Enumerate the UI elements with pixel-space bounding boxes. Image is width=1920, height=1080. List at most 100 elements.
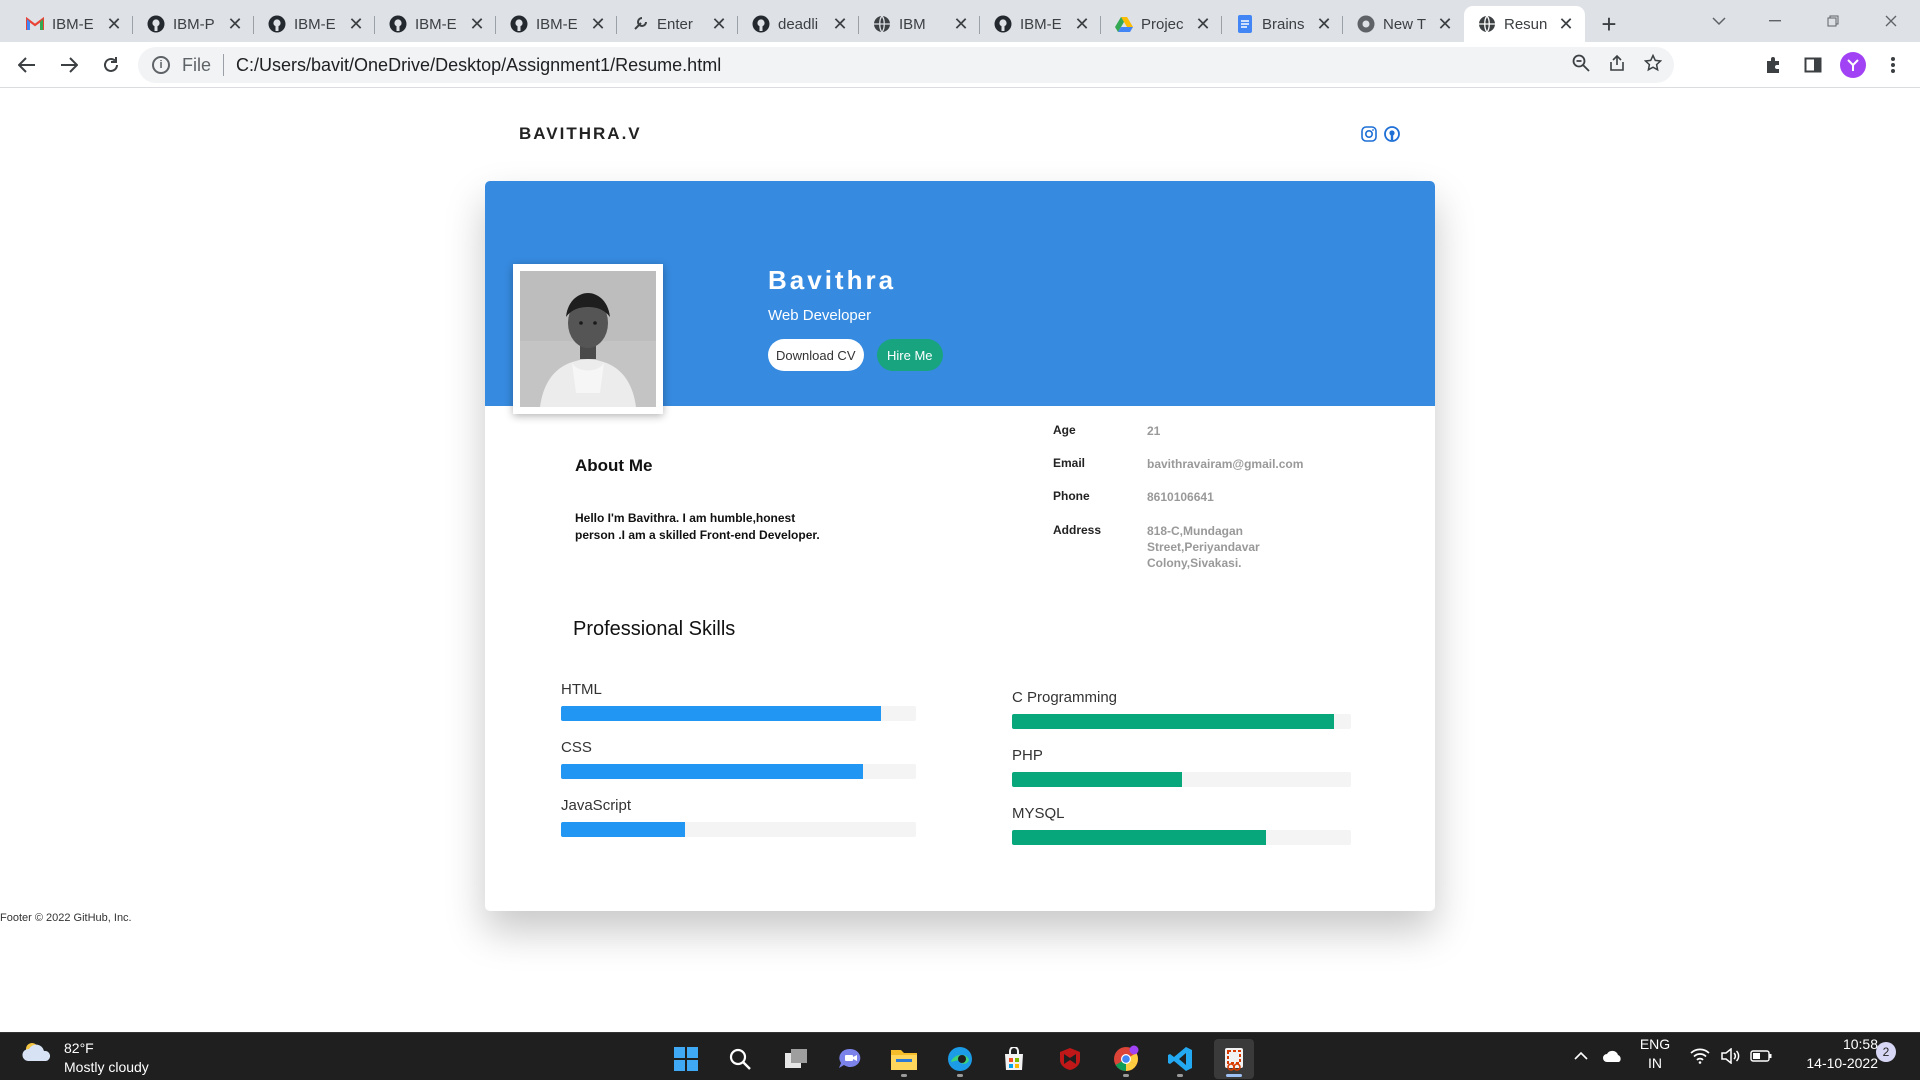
close-tab-icon[interactable]: ✕ [710, 14, 728, 35]
reload-icon[interactable] [91, 45, 131, 85]
onedrive-cloud-icon[interactable] [1600, 1032, 1626, 1080]
skill-progress-track [1012, 830, 1351, 845]
tab-ibm-e-3[interactable]: IBM-E ✕ [375, 6, 496, 42]
skill-progress-fill [1012, 772, 1182, 787]
battery-icon[interactable] [1748, 1032, 1774, 1080]
close-tab-icon[interactable]: ✕ [105, 14, 123, 35]
task-view-icon[interactable] [776, 1039, 816, 1079]
tab-label: Resun [1504, 15, 1548, 33]
bookmark-star-icon[interactable] [1643, 53, 1663, 77]
github-icon [510, 15, 528, 33]
tab-ibm[interactable]: IBM ✕ [859, 6, 980, 42]
zoom-icon[interactable] [1572, 54, 1590, 77]
skill-progress-fill [1012, 714, 1335, 729]
close-window-icon[interactable] [1862, 0, 1920, 42]
google-drive-icon [1115, 15, 1133, 33]
microsoft-store-icon[interactable] [994, 1039, 1034, 1079]
instagram-icon[interactable] [1360, 125, 1378, 143]
back-arrow-icon[interactable] [7, 45, 47, 85]
close-tab-icon[interactable]: ✕ [468, 14, 486, 35]
windows-start-icon[interactable] [666, 1039, 706, 1079]
tab-ibm-e-5[interactable]: IBM-E ✕ [980, 6, 1101, 42]
share-icon[interactable] [1608, 54, 1626, 77]
close-tab-icon[interactable]: ✕ [347, 14, 365, 35]
weather-widget[interactable]: 82°F Mostly cloudy [20, 1039, 149, 1075]
brand-name[interactable]: BAVITHRA.V [519, 124, 642, 144]
tab-brains[interactable]: Brains ✕ [1222, 6, 1343, 42]
hire-me-button[interactable]: Hire Me [877, 339, 943, 371]
url-text[interactable]: C:/Users/bavit/OneDrive/Desktop/Assignme… [236, 55, 721, 76]
tab-resume[interactable]: Resun ✕ [1464, 6, 1585, 42]
tab-enter[interactable]: Enter ✕ [617, 6, 738, 42]
restore-icon[interactable] [1804, 0, 1862, 42]
tab-new-tab[interactable]: New T ✕ [1343, 6, 1464, 42]
tab-deadline[interactable]: deadli ✕ [738, 6, 859, 42]
close-tab-icon[interactable]: ✕ [1315, 14, 1333, 35]
address-bar[interactable]: i File C:/Users/bavit/OneDrive/Desktop/A… [138, 47, 1674, 83]
side-panel-icon[interactable] [1796, 48, 1830, 82]
tab-ibm-e-4[interactable]: IBM-E ✕ [496, 6, 617, 42]
close-tab-icon[interactable]: ✕ [952, 14, 970, 35]
url-scheme: File [182, 54, 212, 75]
google-docs-icon [1236, 15, 1254, 33]
download-cv-button[interactable]: Download CV [768, 339, 864, 371]
tab-ibm-e-gmail[interactable]: IBM-E ✕ [12, 6, 133, 42]
vscode-icon[interactable] [1160, 1039, 1200, 1079]
info-value: 818-C,Mundagan Street,Periyandavar Colon… [1147, 524, 1260, 570]
profile-photo [513, 264, 663, 414]
close-tab-icon[interactable]: ✕ [589, 14, 607, 35]
skill-label: JavaScript [561, 797, 632, 814]
minimize-icon[interactable] [1746, 0, 1804, 42]
info-value: 8610106641 [1147, 490, 1214, 504]
github-icon [752, 15, 770, 33]
chrome-icon[interactable] [1106, 1039, 1146, 1079]
close-tab-icon[interactable]: ✕ [226, 14, 244, 35]
menu-kebab-icon[interactable] [1876, 48, 1910, 82]
wifi-icon[interactable] [1688, 1032, 1712, 1080]
running-indicator [1226, 1074, 1242, 1077]
tab-label: IBM-E [52, 15, 94, 33]
skill-css: CSS [561, 739, 916, 779]
tab-ibm-p[interactable]: IBM-P ✕ [133, 6, 254, 42]
teams-chat-icon[interactable] [830, 1039, 870, 1079]
mcafee-icon[interactable] [1050, 1039, 1090, 1079]
close-tab-icon[interactable]: ✕ [831, 14, 849, 35]
file-explorer-icon[interactable] [884, 1039, 924, 1079]
close-tab-icon[interactable]: ✕ [1436, 14, 1454, 35]
close-tab-icon[interactable]: ✕ [1194, 14, 1212, 35]
skill-label: MYSQL [1012, 805, 1065, 822]
skill-progress-track [1012, 772, 1351, 787]
skill-html: HTML [561, 681, 916, 721]
search-icon[interactable] [720, 1039, 760, 1079]
github-icon [147, 15, 165, 33]
language-indicator[interactable]: ENG IN [1637, 1035, 1673, 1073]
profile-name: Bavithra [768, 265, 897, 295]
skill-progress-fill [561, 764, 863, 779]
system-clock[interactable]: 10:58 14-10-2022 [1788, 1035, 1878, 1073]
github-icon [268, 15, 286, 33]
tab-project[interactable]: Projec ✕ [1101, 6, 1222, 42]
github-icon[interactable] [1383, 125, 1401, 143]
site-info-icon[interactable]: i [152, 56, 170, 74]
tab-label: Brains [1262, 15, 1305, 33]
forward-arrow-icon[interactable] [49, 45, 89, 85]
info-key: Phone [1053, 489, 1090, 503]
tab-label: IBM [899, 15, 926, 33]
close-tab-icon[interactable]: ✕ [1073, 14, 1091, 35]
address-separator [223, 54, 225, 76]
notification-badge[interactable]: 2 [1876, 1042, 1896, 1062]
new-tab-button[interactable]: + [1591, 6, 1627, 42]
show-hidden-icons-chevron-icon[interactable] [1570, 1032, 1592, 1080]
volume-icon[interactable] [1718, 1032, 1742, 1080]
taskbar: 82°F Mostly cloudy [0, 1032, 1920, 1080]
snipping-tool-icon[interactable] [1214, 1039, 1254, 1079]
skill-label: C Programming [1012, 689, 1118, 706]
edge-icon[interactable] [940, 1039, 980, 1079]
info-value: bavithravairam@gmail.com [1147, 457, 1304, 471]
close-tab-icon[interactable]: ✕ [1557, 14, 1575, 35]
extensions-puzzle-icon[interactable] [1756, 48, 1790, 82]
tab-ibm-e-2[interactable]: IBM-E ✕ [254, 6, 375, 42]
tab-label: IBM-E [294, 15, 336, 33]
tab-search-icon[interactable] [1690, 0, 1748, 42]
profile-avatar[interactable] [1836, 48, 1870, 82]
